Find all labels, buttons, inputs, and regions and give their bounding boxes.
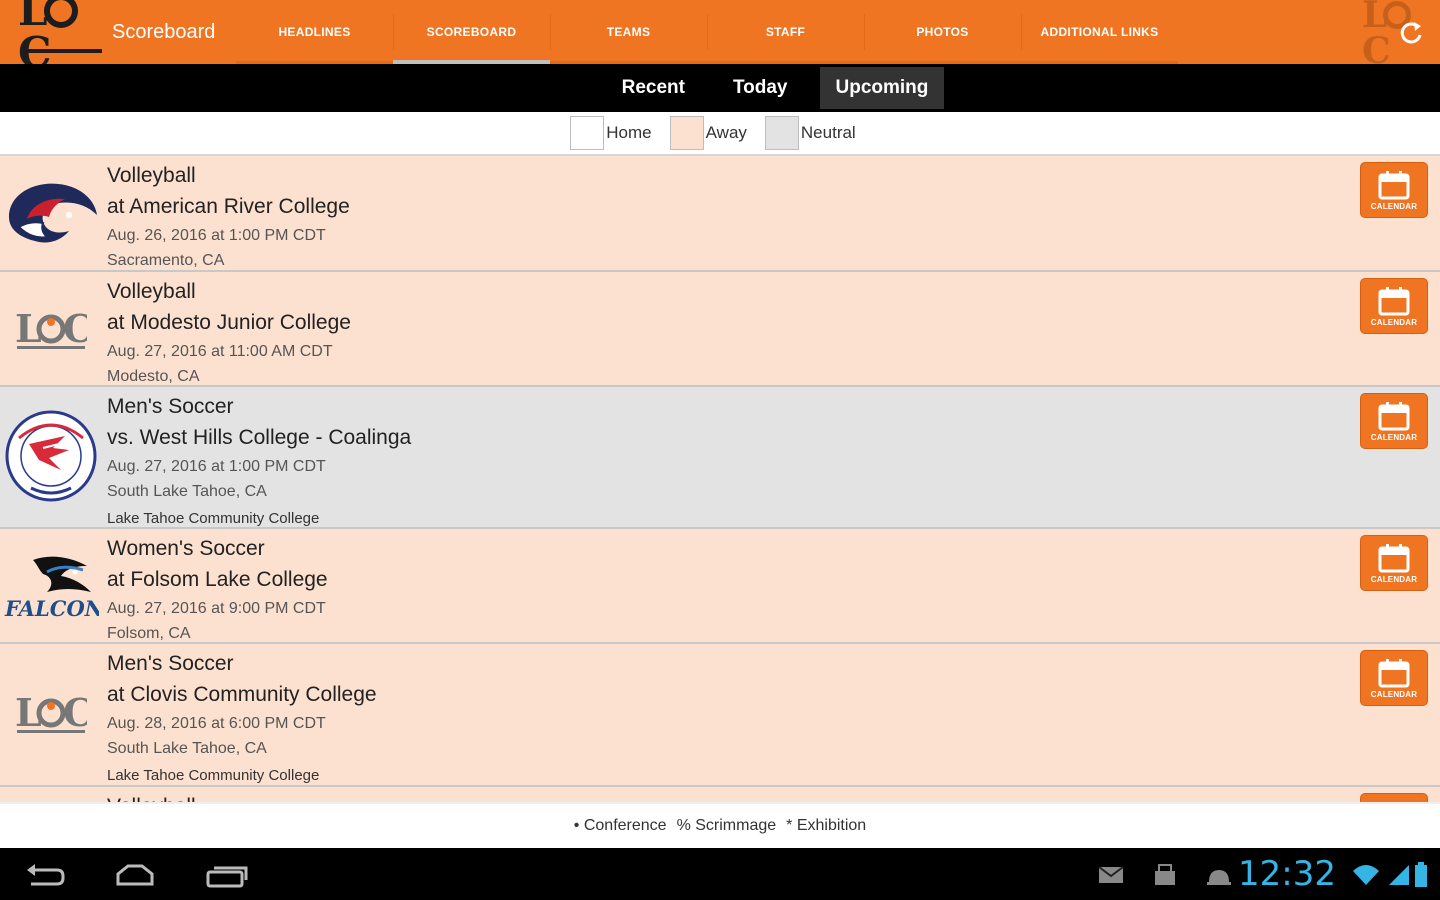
battery-icon: [1412, 862, 1430, 888]
game-type-legend: • Conference % Scrimmage * Exhibition: [0, 802, 1440, 848]
west-hills-falcon-logo-icon: [2, 407, 100, 505]
legend-home: Home: [570, 116, 665, 150]
refresh-icon[interactable]: [1394, 16, 1428, 50]
ltcc-logo-icon: L C: [2, 664, 100, 762]
app-title: Scoreboard: [112, 20, 216, 43]
calendar-button[interactable]: CALENDAR: [1360, 535, 1428, 591]
game-datetime: Aug. 27, 2016 at 11:00 AM CDT: [107, 343, 333, 360]
legend-neutral: Neutral: [764, 116, 870, 150]
legend-neutral-swatch: [764, 116, 799, 150]
calendar-button[interactable]: CALENDAR: [1360, 393, 1428, 449]
subtab-upcoming[interactable]: Upcoming: [819, 67, 945, 109]
game-opponent: at American River College: [107, 195, 350, 218]
tab-staff[interactable]: STAFF: [707, 0, 864, 64]
calendar-icon: [1378, 658, 1410, 687]
calendar-button[interactable]: CALENDAR: [1360, 162, 1428, 218]
tab-additional-links[interactable]: ADDITIONAL LINKS: [1021, 0, 1178, 64]
game-location: South Lake Tahoe, CA: [107, 740, 267, 757]
system-navigation-bar: 12:32: [0, 848, 1440, 900]
game-sport: Volleyball: [107, 164, 196, 187]
game-row[interactable]: L C Volleyball at Modesto Junior College…: [0, 272, 1440, 387]
calendar-button[interactable]: [1360, 793, 1428, 802]
legend-conference: • Conference: [573, 817, 667, 834]
game-location: Modesto, CA: [107, 368, 200, 385]
calendar-icon: [1378, 543, 1410, 572]
game-opponent: at Modesto Junior College: [107, 311, 351, 334]
svg-text:C: C: [63, 306, 87, 351]
game-row[interactable]: L C Men's Soccer at Clovis Community Col…: [0, 644, 1440, 787]
calendar-button[interactable]: CALENDAR: [1360, 278, 1428, 334]
legend-away-swatch: [669, 116, 704, 150]
signal-icon: [1386, 862, 1412, 888]
game-opponent: at Clovis Community College: [107, 683, 377, 706]
game-row[interactable]: Men's Soccer vs. West Hills College - Co…: [0, 387, 1440, 529]
american-river-hawk-logo-icon: [2, 166, 100, 264]
ltcc-logo-icon: L C: [2, 280, 100, 378]
wifi-icon: [1346, 862, 1386, 888]
game-row[interactable]: Volleyball: [0, 787, 1440, 802]
game-datetime: Aug. 28, 2016 at 6:00 PM CDT: [107, 715, 326, 732]
game-list: Volleyball at American River College Aug…: [0, 156, 1440, 802]
game-sport: Volleyball: [107, 280, 196, 303]
subtab-recent[interactable]: Recent: [606, 67, 701, 109]
store-notification-icon[interactable]: [1150, 862, 1180, 888]
tab-photos[interactable]: PHOTOS: [864, 0, 1021, 64]
action-bar: LC Scoreboard HEADLINES SCOREBOARD TEAMS…: [0, 0, 1440, 74]
folsom-falcons-logo-icon: FALCONS: [2, 537, 100, 635]
game-location: South Lake Tahoe, CA: [107, 483, 267, 500]
status-clock: 12:32: [1238, 854, 1336, 894]
game-datetime: Aug. 27, 2016 at 9:00 PM CDT: [107, 600, 326, 617]
location-legend: Home Away Neutral: [0, 112, 1440, 156]
tab-headlines[interactable]: HEADLINES: [236, 0, 393, 64]
game-sport: Men's Soccer: [107, 652, 234, 675]
game-sport: Volleyball: [107, 792, 196, 802]
tab-teams[interactable]: TEAMS: [550, 0, 707, 64]
legend-away: Away: [669, 116, 761, 150]
email-notification-icon[interactable]: [1096, 862, 1126, 888]
calendar-button[interactable]: CALENDAR: [1360, 650, 1428, 706]
legend-exhibition: * Exhibition: [786, 817, 867, 834]
recent-apps-icon[interactable]: [202, 858, 252, 892]
calendar-icon: [1378, 401, 1410, 430]
subtab-today[interactable]: Today: [717, 67, 804, 109]
calendar-icon: [1378, 286, 1410, 315]
calendar-icon: [1378, 170, 1410, 199]
game-opponent: at Folsom Lake College: [107, 568, 328, 591]
svg-text:FALCONS: FALCONS: [4, 596, 99, 621]
game-sport: Men's Soccer: [107, 395, 234, 418]
game-location: Folsom, CA: [107, 625, 191, 642]
game-datetime: Aug. 26, 2016 at 1:00 PM CDT: [107, 227, 326, 244]
game-row[interactable]: FALCONS Women's Soccer at Folsom Lake Co…: [0, 529, 1440, 644]
android-notification-icon[interactable]: [1204, 862, 1234, 888]
game-sport: Women's Soccer: [107, 537, 265, 560]
back-icon[interactable]: [20, 858, 70, 892]
nav-tabs: HEADLINES SCOREBOARD TEAMS STAFF PHOTOS …: [236, 0, 1178, 64]
game-row[interactable]: Volleyball at American River College Aug…: [0, 156, 1440, 272]
schedule-subtabs: Recent Today Upcoming: [0, 64, 1440, 112]
app-logo[interactable]: LC: [18, 0, 104, 74]
legend-scrimmage: % Scrimmage: [676, 817, 777, 834]
legend-home-swatch: [570, 116, 605, 150]
svg-text:C: C: [63, 690, 87, 735]
game-datetime: Aug. 27, 2016 at 1:00 PM CDT: [107, 458, 326, 475]
home-icon[interactable]: [110, 858, 160, 892]
game-opponent: vs. West Hills College - Coalinga: [107, 426, 412, 449]
game-location: Sacramento, CA: [107, 252, 225, 269]
tab-scoreboard[interactable]: SCOREBOARD: [393, 0, 550, 64]
